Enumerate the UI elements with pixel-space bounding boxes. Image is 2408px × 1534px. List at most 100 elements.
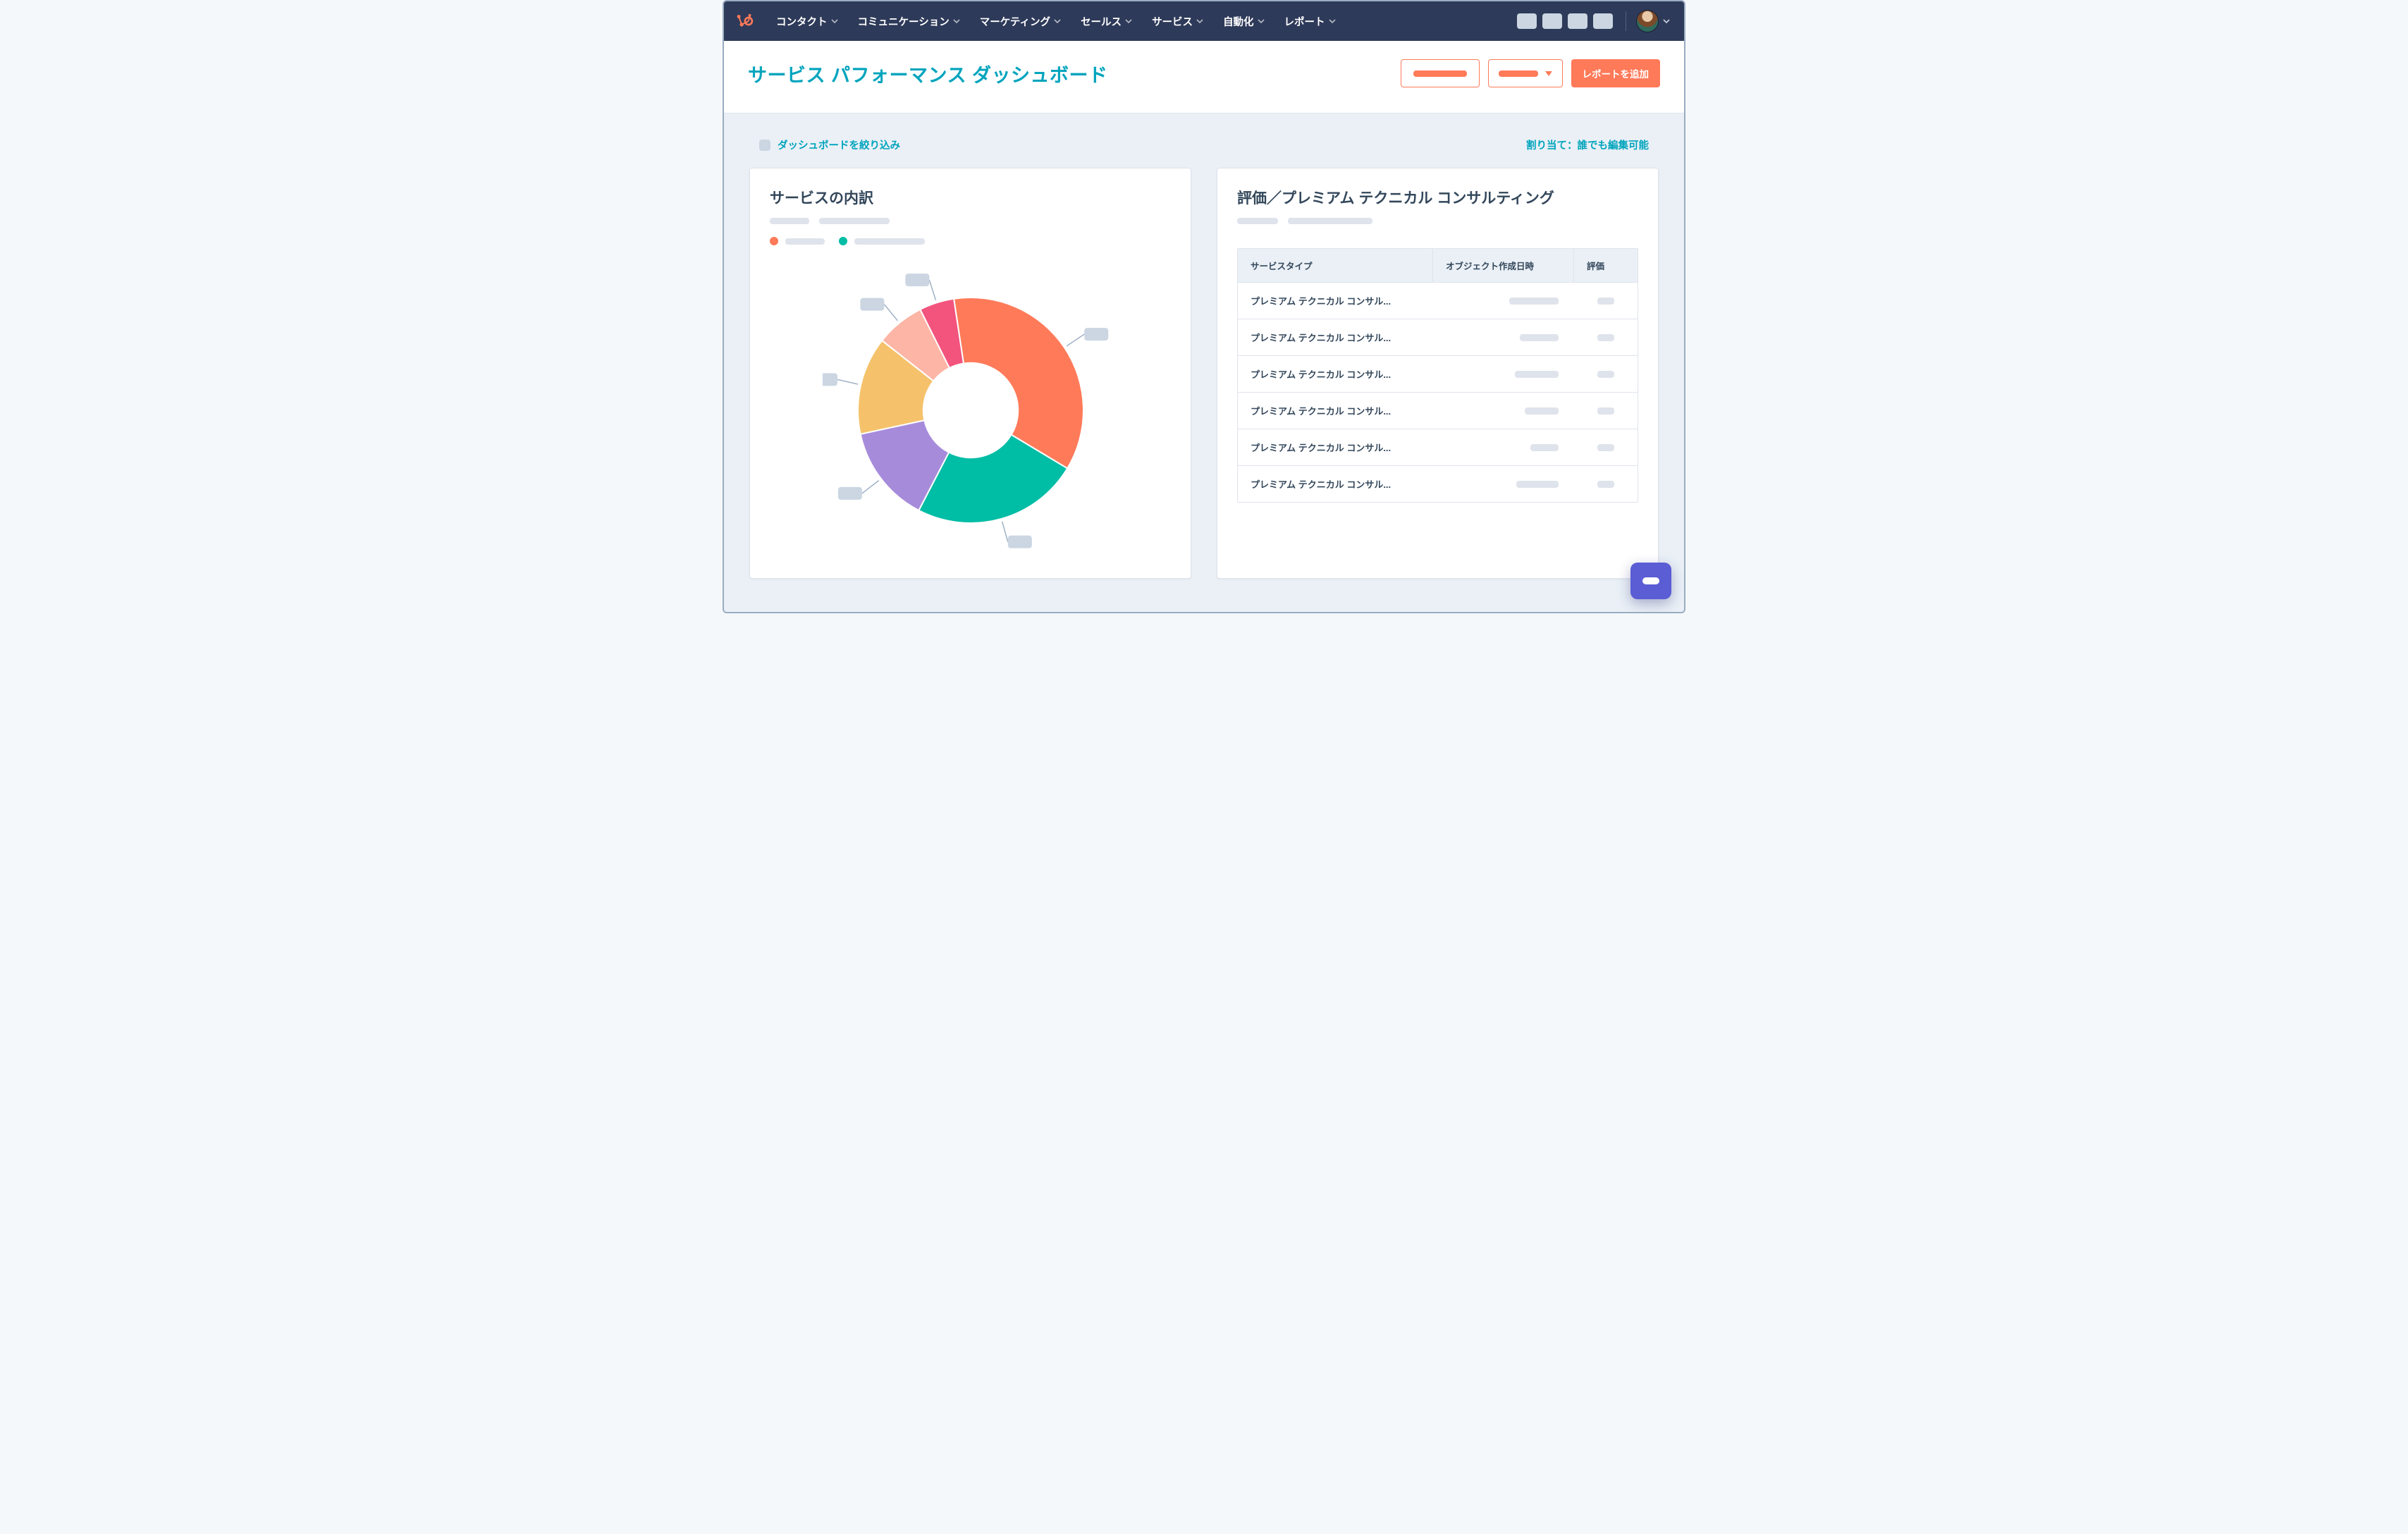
filter-label: ダッシュボードを絞り込み bbox=[778, 137, 900, 152]
td-service-type: プレミアム テクニカル コンサル... bbox=[1238, 393, 1433, 429]
td-service-type: プレミアム テクニカル コンサル... bbox=[1238, 356, 1433, 392]
legend-label-placeholder bbox=[785, 238, 825, 245]
chevron-down-icon bbox=[1196, 18, 1203, 25]
legend-item[interactable] bbox=[839, 237, 925, 245]
filter-icon bbox=[759, 140, 770, 151]
td-created-at bbox=[1433, 396, 1574, 426]
table-row[interactable]: プレミアム テクニカル コンサル... bbox=[1238, 466, 1638, 502]
nav-items: コンタクト コミュニケーション マーケティング セールス サービス 自動化 bbox=[768, 10, 1344, 33]
th-created-at[interactable]: オブジェクト作成日時 bbox=[1433, 249, 1574, 282]
filter-dashboard-link[interactable]: ダッシュボードを絞り込み bbox=[759, 137, 900, 152]
callout-line bbox=[837, 379, 857, 384]
td-created-at bbox=[1433, 360, 1574, 389]
chevron-down-icon bbox=[1258, 18, 1265, 25]
td-created-at bbox=[1433, 286, 1574, 316]
td-rating bbox=[1574, 360, 1638, 389]
table-row[interactable]: プレミアム テクニカル コンサル... bbox=[1238, 356, 1638, 393]
nav-sales[interactable]: セールス bbox=[1072, 10, 1141, 33]
nav-label: レポート bbox=[1284, 14, 1325, 29]
callout-label-placeholder bbox=[823, 373, 837, 386]
callout-label-placeholder bbox=[860, 298, 884, 311]
nav-label: コミュニケーション bbox=[858, 14, 950, 29]
subtitle-placeholder bbox=[1237, 218, 1638, 224]
callout-label-placeholder bbox=[837, 487, 861, 500]
avatar bbox=[1636, 10, 1659, 32]
chat-fab[interactable] bbox=[1630, 563, 1671, 599]
td-service-type: プレミアム テクニカル コンサル... bbox=[1238, 429, 1433, 465]
card-rating-premium-tech: 評価／プレミアム テクニカル コンサルティング サービスタイプ オブジェクト作成… bbox=[1217, 168, 1659, 579]
header-action-1[interactable] bbox=[1401, 59, 1480, 87]
app-frame: コンタクト コミュニケーション マーケティング セールス サービス 自動化 bbox=[723, 0, 1685, 613]
callout-line bbox=[884, 305, 897, 321]
nav-reports[interactable]: レポート bbox=[1276, 10, 1344, 33]
table-body: プレミアム テクニカル コンサル...プレミアム テクニカル コンサル...プレ… bbox=[1238, 283, 1638, 502]
chat-icon bbox=[1642, 577, 1659, 584]
ratings-table: サービスタイプ オブジェクト作成日時 評価 プレミアム テクニカル コンサル..… bbox=[1237, 248, 1638, 503]
card-service-breakdown: サービスの内訳 bbox=[749, 168, 1191, 579]
table-row[interactable]: プレミアム テクニカル コンサル... bbox=[1238, 393, 1638, 429]
page-header: サービス パフォーマンス ダッシュボード レポートを追加 bbox=[724, 41, 1684, 113]
table-row[interactable]: プレミアム テクニカル コンサル... bbox=[1238, 319, 1638, 356]
account-menu[interactable] bbox=[1636, 10, 1670, 32]
nav-action-4[interactable] bbox=[1593, 13, 1613, 29]
nav-action-1[interactable] bbox=[1517, 13, 1537, 29]
td-service-type: プレミアム テクニカル コンサル... bbox=[1238, 283, 1433, 319]
table-row[interactable]: プレミアム テクニカル コンサル... bbox=[1238, 283, 1638, 319]
body-top-row: ダッシュボードを絞り込み 割り当て：誰でも編集可能 bbox=[749, 137, 1659, 152]
th-service-type[interactable]: サービスタイプ bbox=[1238, 249, 1433, 282]
td-rating bbox=[1574, 433, 1638, 462]
nav-label: コンタクト bbox=[776, 14, 828, 29]
chevron-down-icon bbox=[831, 18, 838, 25]
chevron-down-icon bbox=[953, 18, 960, 25]
nav-label: セールス bbox=[1081, 14, 1122, 29]
td-rating bbox=[1574, 396, 1638, 426]
caret-down-icon bbox=[1545, 68, 1552, 79]
donut-chart bbox=[823, 262, 1119, 558]
nav-contacts[interactable]: コンタクト bbox=[768, 10, 847, 33]
td-rating bbox=[1574, 323, 1638, 352]
subtitle-placeholder bbox=[770, 218, 1171, 224]
callout-label-placeholder bbox=[1084, 328, 1108, 340]
td-created-at bbox=[1433, 323, 1574, 352]
chevron-down-icon bbox=[1125, 18, 1132, 25]
placeholder-bar bbox=[1499, 70, 1538, 77]
legend-item[interactable] bbox=[770, 237, 825, 245]
legend-dot-icon bbox=[839, 237, 847, 245]
td-service-type: プレミアム テクニカル コンサル... bbox=[1238, 466, 1433, 502]
td-created-at bbox=[1433, 433, 1574, 462]
dashboard-cards: サービスの内訳 bbox=[749, 168, 1659, 579]
nav-conversations[interactable]: コミュニケーション bbox=[849, 10, 969, 33]
donut-hole bbox=[923, 363, 1017, 458]
chart-legend bbox=[770, 237, 1171, 245]
logo-icon[interactable] bbox=[735, 11, 755, 31]
nav-label: マーケティング bbox=[980, 14, 1050, 29]
chevron-down-icon bbox=[1054, 18, 1061, 25]
card-title: サービスの内訳 bbox=[770, 187, 1171, 208]
callout-line bbox=[929, 280, 935, 300]
add-report-button[interactable]: レポートを追加 bbox=[1571, 59, 1661, 87]
nav-action-2[interactable] bbox=[1542, 13, 1562, 29]
table-row[interactable]: プレミアム テクニカル コンサル... bbox=[1238, 429, 1638, 466]
nav-action-3[interactable] bbox=[1568, 13, 1587, 29]
chevron-down-icon bbox=[1663, 16, 1670, 27]
td-service-type: プレミアム テクニカル コンサル... bbox=[1238, 319, 1433, 355]
body-area: ダッシュボードを絞り込み 割り当て：誰でも編集可能 サービスの内訳 bbox=[724, 113, 1684, 612]
chevron-down-icon bbox=[1329, 18, 1336, 25]
legend-label-placeholder bbox=[854, 238, 925, 245]
nav-label: サービス bbox=[1152, 14, 1193, 29]
callout-label-placeholder bbox=[1007, 536, 1031, 548]
nav-right bbox=[1517, 10, 1670, 32]
nav-automation[interactable]: 自動化 bbox=[1215, 10, 1273, 33]
nav-label: 自動化 bbox=[1223, 14, 1254, 29]
table-header: サービスタイプ オブジェクト作成日時 評価 bbox=[1238, 249, 1638, 283]
assignment-link[interactable]: 割り当て：誰でも編集可能 bbox=[1526, 137, 1649, 152]
legend-dot-icon bbox=[770, 237, 778, 245]
nav-service[interactable]: サービス bbox=[1143, 10, 1212, 33]
page-title: サービス パフォーマンス ダッシュボード bbox=[748, 60, 1107, 87]
nav-marketing[interactable]: マーケティング bbox=[971, 10, 1069, 33]
td-rating bbox=[1574, 286, 1638, 316]
card-title: 評価／プレミアム テクニカル コンサルティング bbox=[1237, 187, 1638, 208]
header-action-2[interactable] bbox=[1488, 59, 1563, 87]
th-rating[interactable]: 評価 bbox=[1574, 249, 1638, 282]
callout-line bbox=[1002, 522, 1007, 542]
